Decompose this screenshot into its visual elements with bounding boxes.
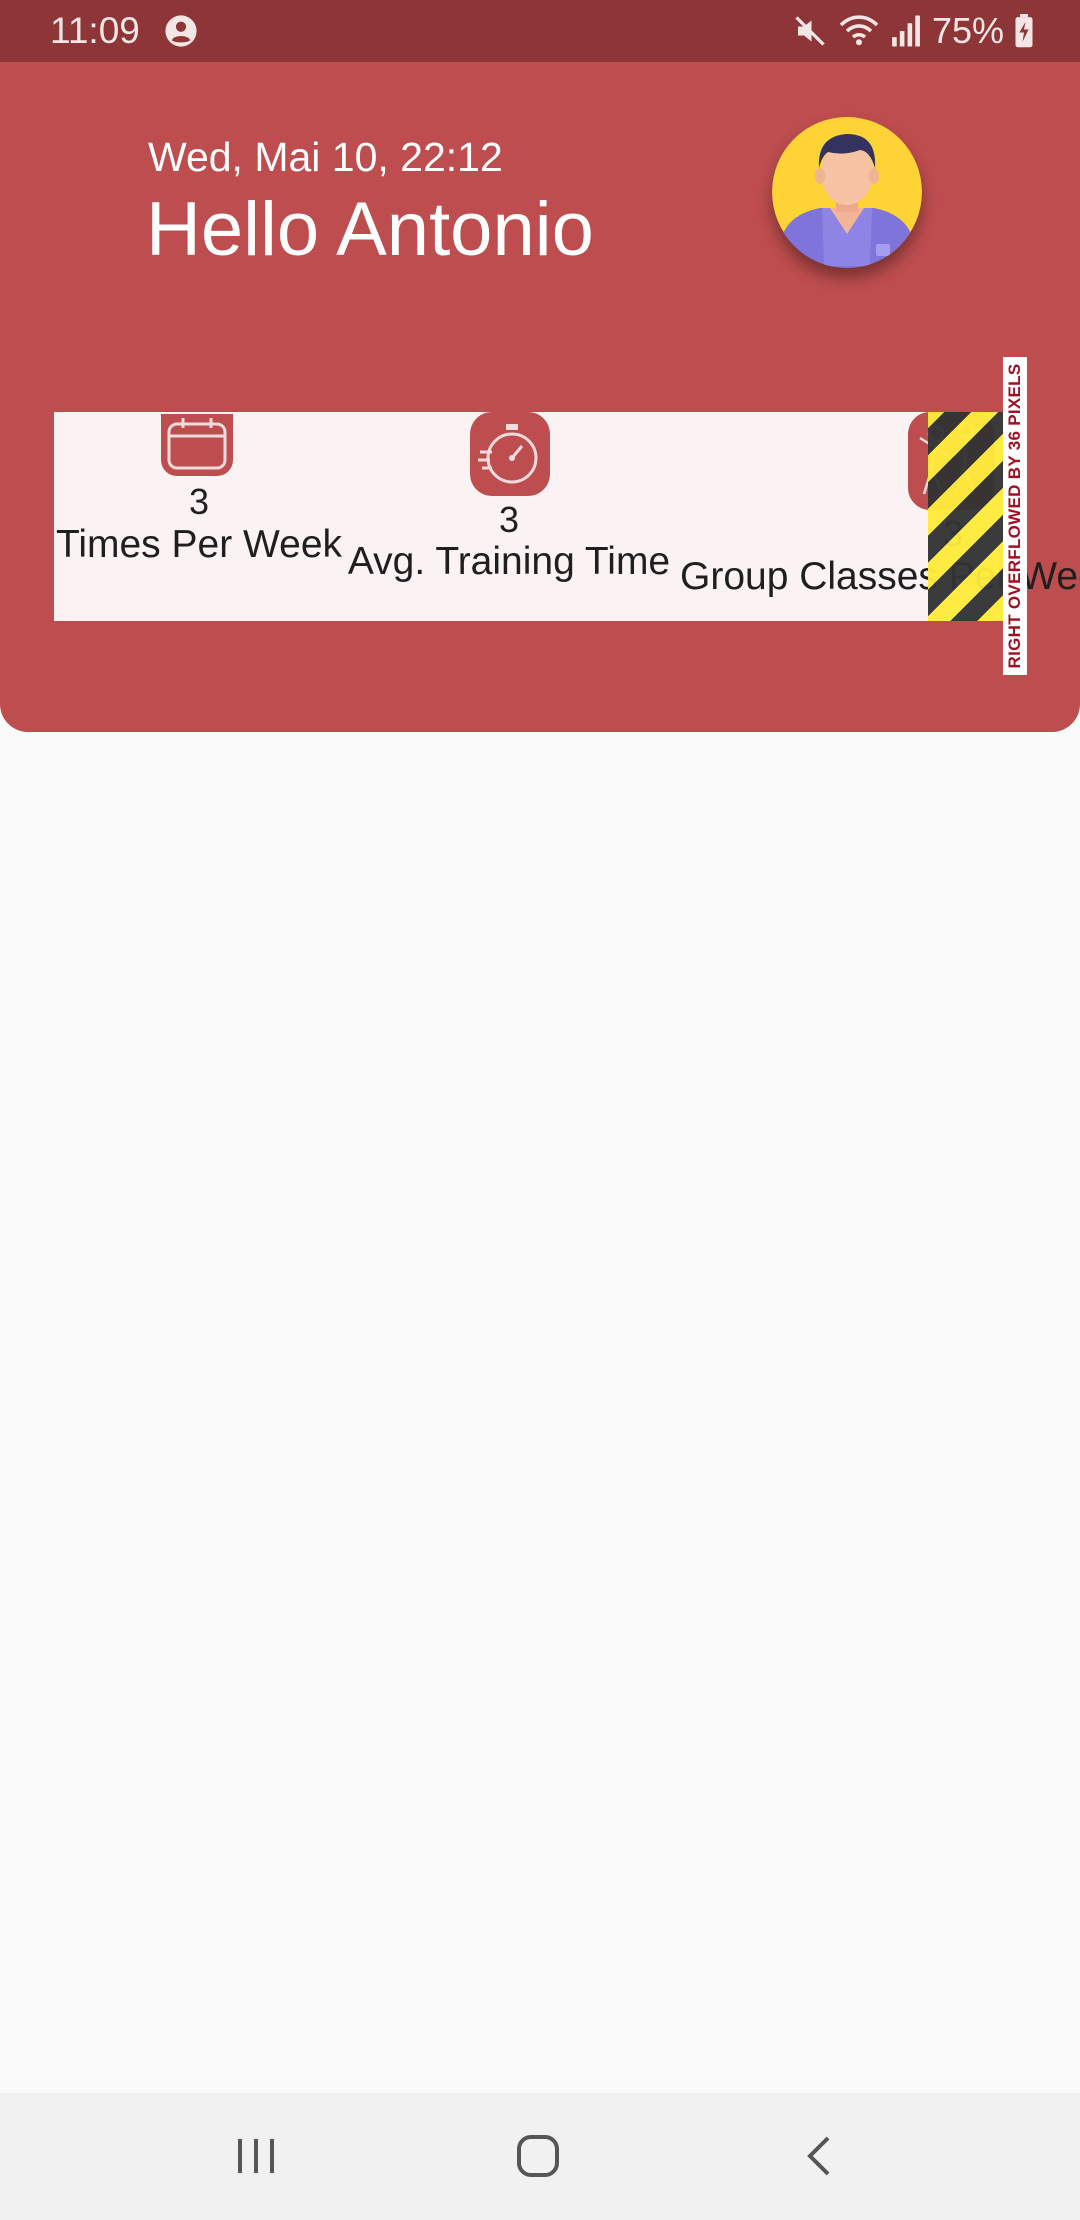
recent-apps-icon[interactable] [216,2123,296,2189]
calendar-icon [161,414,233,476]
stat-label: Times Per Week [55,523,343,566]
stats-card: 3 Times Per Week 3 Avg. Training Time Gr… [54,412,1080,621]
stat-value: 3 [188,481,210,522]
greeting-title: Hello Antonio [146,187,594,272]
status-time: 11:09 [50,10,140,51]
screen: 11:09 75% Wed, Mai 10, 22:12 Hello Anton… [0,0,1080,2220]
overflow-indicator [928,412,1004,621]
header: Wed, Mai 10, 22:12 Hello Antonio [0,62,1080,732]
wifi-icon [838,13,880,49]
back-icon[interactable] [779,2123,859,2189]
header-date: Wed, Mai 10, 22:12 [148,134,503,180]
account-circle-icon [164,14,198,48]
stat-times-per-week: 3 Times Per Week [54,412,344,621]
battery-percent: 75% [931,10,1004,51]
stat-label: Avg. Training Time [347,540,671,583]
stat-value: 3 [498,499,520,540]
stopwatch-icon [470,412,550,496]
status-bar: 11:09 75% [0,0,1080,62]
stat-avg-training-time: 3 Avg. Training Time [344,412,674,621]
status-icons: 75% [792,10,1034,52]
battery-charging-icon [1014,14,1034,48]
navigation-bar [0,2093,1080,2220]
user-avatar-icon[interactable] [772,116,922,268]
home-icon[interactable] [498,2123,578,2189]
overflow-warning-text: RIGHT OVERFLOWED BY 36 PIXELS [1005,363,1024,669]
signal-icon [890,14,922,48]
overflow-warning-label: RIGHT OVERFLOWED BY 36 PIXELS [1003,357,1027,675]
mute-icon [792,13,828,49]
